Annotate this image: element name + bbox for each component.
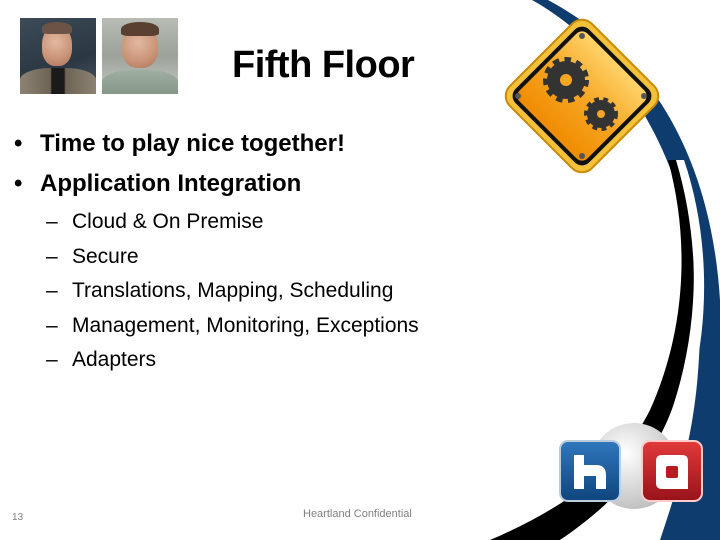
sub-bullet-text: Management, Monitoring, Exceptions bbox=[72, 313, 419, 337]
sub-bullet-marker: – bbox=[46, 348, 58, 371]
bullet-marker: • bbox=[14, 170, 23, 197]
slide: Fifth Floor • Time to play nice together… bbox=[0, 0, 720, 540]
sub-bullet-text: Translations, Mapping, Scheduling bbox=[72, 279, 394, 302]
sub-bullet-marker: – bbox=[46, 210, 58, 233]
presenter-photo-2 bbox=[102, 18, 178, 94]
presenter-photo-1 bbox=[20, 18, 96, 94]
bullet-text: Application Integration bbox=[40, 170, 302, 197]
bullet-marker: • bbox=[14, 130, 23, 157]
bullet-text: Time to play nice together! bbox=[40, 130, 345, 157]
logo-h-icon bbox=[559, 440, 621, 502]
sub-bullet-text: Cloud & On Premise bbox=[72, 210, 264, 233]
sub-bullet-marker: – bbox=[46, 279, 58, 302]
page-number: 13 bbox=[12, 512, 24, 523]
logo-a-icon bbox=[641, 440, 703, 502]
sub-bullet-text: Secure bbox=[72, 244, 139, 268]
footer-confidential: Heartland Confidential bbox=[303, 508, 412, 520]
slide-title: Fifth Floor bbox=[232, 44, 415, 86]
sub-bullet-text: Adapters bbox=[72, 348, 157, 371]
sub-bullet-marker: – bbox=[46, 313, 58, 337]
sub-bullet-marker: – bbox=[46, 244, 58, 268]
